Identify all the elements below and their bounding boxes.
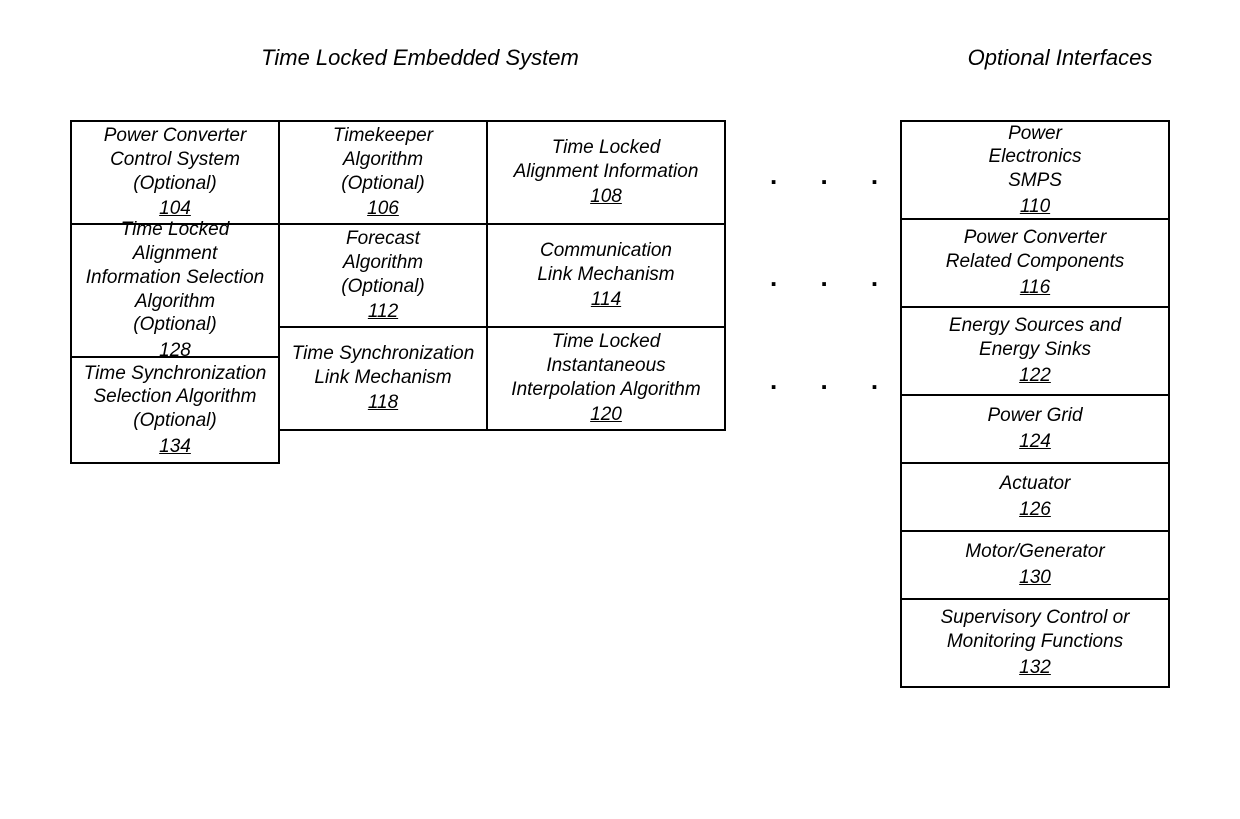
- box-label: PowerElectronicsSMPS: [989, 122, 1082, 193]
- box-ref: 130: [1019, 566, 1051, 590]
- box-ref: 120: [590, 403, 622, 427]
- box-ref: 114: [591, 288, 621, 312]
- box-118: Time SynchronizationLink Mechanism118: [278, 326, 488, 431]
- box-ref: 132: [1019, 656, 1051, 680]
- box-120: Time LockedInstantaneousInterpolation Al…: [486, 326, 726, 431]
- box-label: CommunicationLink Mechanism: [537, 239, 674, 287]
- box-112: ForecastAlgorithm(Optional)112: [278, 223, 488, 328]
- box-label: Time LockedInstantaneousInterpolation Al…: [511, 330, 700, 401]
- box-110: PowerElectronicsSMPS110: [900, 120, 1170, 220]
- box-label: ForecastAlgorithm(Optional): [341, 227, 424, 298]
- box-130: Motor/Generator130: [900, 530, 1170, 600]
- box-106: TimekeeperAlgorithm(Optional)106: [278, 120, 488, 225]
- box-134: Time SynchronizationSelection Algorithm(…: [70, 356, 280, 464]
- box-ref: 110: [1020, 195, 1050, 219]
- heading-right: Optional Interfaces: [930, 45, 1190, 71]
- box-label: Energy Sources andEnergy Sinks: [949, 314, 1121, 362]
- box-ref: 108: [590, 185, 622, 209]
- box-ref: 112: [368, 300, 398, 324]
- dots-2: . . .: [770, 262, 896, 293]
- box-104: Power ConverterControl System(Optional)1…: [70, 120, 280, 225]
- box-116: Power ConverterRelated Components116: [900, 218, 1170, 308]
- box-108: Time LockedAlignment Information108: [486, 120, 726, 225]
- box-122: Energy Sources andEnergy Sinks122: [900, 306, 1170, 396]
- box-ref: 124: [1019, 430, 1051, 454]
- box-label: Actuator: [1000, 472, 1071, 496]
- box-ref: 118: [368, 391, 398, 415]
- box-label: Time LockedAlignment Information: [514, 136, 699, 184]
- heading-left: Time Locked Embedded System: [180, 45, 660, 71]
- box-ref: 134: [159, 435, 191, 459]
- box-ref: 122: [1019, 364, 1051, 388]
- box-label: Time Locked AlignmentInformation Selecti…: [78, 218, 272, 337]
- box-label: Power ConverterRelated Components: [946, 226, 1125, 274]
- box-label: Power ConverterControl System(Optional): [104, 124, 247, 195]
- dots-3: . . .: [770, 365, 896, 396]
- box-label: Time SynchronizationLink Mechanism: [292, 342, 475, 390]
- box-124: Power Grid124: [900, 394, 1170, 464]
- box-label: Power Grid: [987, 404, 1082, 428]
- box-132: Supervisory Control orMonitoring Functio…: [900, 598, 1170, 688]
- dots-1: . . .: [770, 160, 896, 191]
- box-ref: 106: [367, 197, 399, 221]
- box-label: Time SynchronizationSelection Algorithm(…: [84, 362, 267, 433]
- box-114: CommunicationLink Mechanism114: [486, 223, 726, 328]
- box-126: Actuator126: [900, 462, 1170, 532]
- box-128: Time Locked AlignmentInformation Selecti…: [70, 223, 280, 358]
- box-label: TimekeeperAlgorithm(Optional): [333, 124, 433, 195]
- box-label: Motor/Generator: [965, 540, 1104, 564]
- box-ref: 126: [1019, 498, 1051, 522]
- box-label: Supervisory Control orMonitoring Functio…: [940, 606, 1129, 654]
- box-ref: 116: [1020, 276, 1050, 300]
